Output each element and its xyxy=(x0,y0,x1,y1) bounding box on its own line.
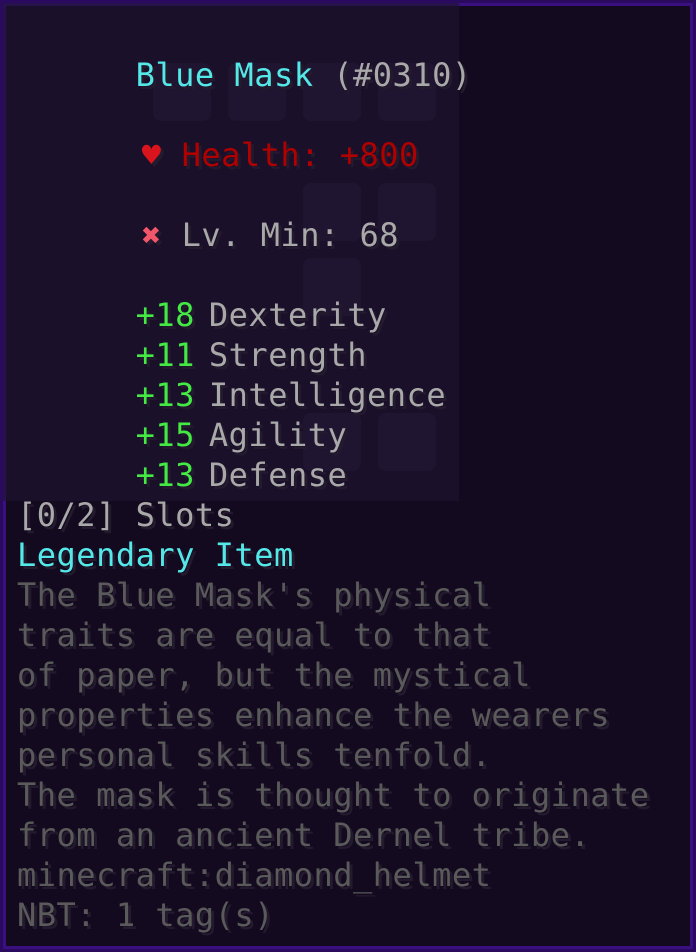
registry-id-line: minecraft:diamond_helmet xyxy=(17,856,492,894)
cross-icon: ✖ xyxy=(141,216,162,254)
stat-value: +18 xyxy=(135,296,195,334)
item-title: Blue Mask (#0310) xyxy=(17,15,683,94)
lore-line: of paper, but the mystical xyxy=(17,656,531,694)
stat-name: Dexterity xyxy=(208,296,387,334)
stat-name: Agility xyxy=(208,416,348,454)
stat-value: +13 xyxy=(135,456,195,494)
stat-name: Strength xyxy=(208,336,368,374)
stat-name: Defense xyxy=(208,456,348,494)
lore-line: The Blue Mask's physical xyxy=(17,576,492,614)
level-label: Lv. Min: 68 xyxy=(181,216,400,254)
lore-line: traits are equal to that xyxy=(17,616,492,654)
lore-line: properties enhance the wearers xyxy=(17,696,610,734)
lore-line: from an ancient Dernel tribe. xyxy=(17,816,591,854)
tooltip-content: Blue Mask (#0310) ♥ Health: +800 ✖ Lv. Min… xyxy=(17,15,683,935)
level-requirement-line: ✖ Lv. Min: 68 xyxy=(17,175,683,254)
health-label: Health: +800 xyxy=(181,136,419,174)
slots-line: [0/2] Slots xyxy=(17,496,235,534)
lore-line: personal skills tenfold. xyxy=(17,736,492,774)
item-id: (#0310) xyxy=(333,56,472,94)
health-line: ♥ Health: +800 xyxy=(17,95,683,174)
stat-line: +18 Dexterity xyxy=(17,255,683,334)
stat-value: +13 xyxy=(135,376,195,414)
lore-line: The mask is thought to originate xyxy=(17,776,650,814)
stat-name: Intelligence xyxy=(208,376,447,414)
item-name: Blue Mask xyxy=(135,56,314,94)
heart-icon: ♥ xyxy=(141,136,162,174)
stat-value: +11 xyxy=(135,336,195,374)
nbt-line: NBT: 1 tag(s) xyxy=(17,896,274,934)
rarity-line: Legendary Item xyxy=(17,536,294,574)
stat-value: +15 xyxy=(135,416,195,454)
item-tooltip: Blue Mask (#0310) ♥ Health: +800 ✖ Lv. Min… xyxy=(0,0,696,952)
